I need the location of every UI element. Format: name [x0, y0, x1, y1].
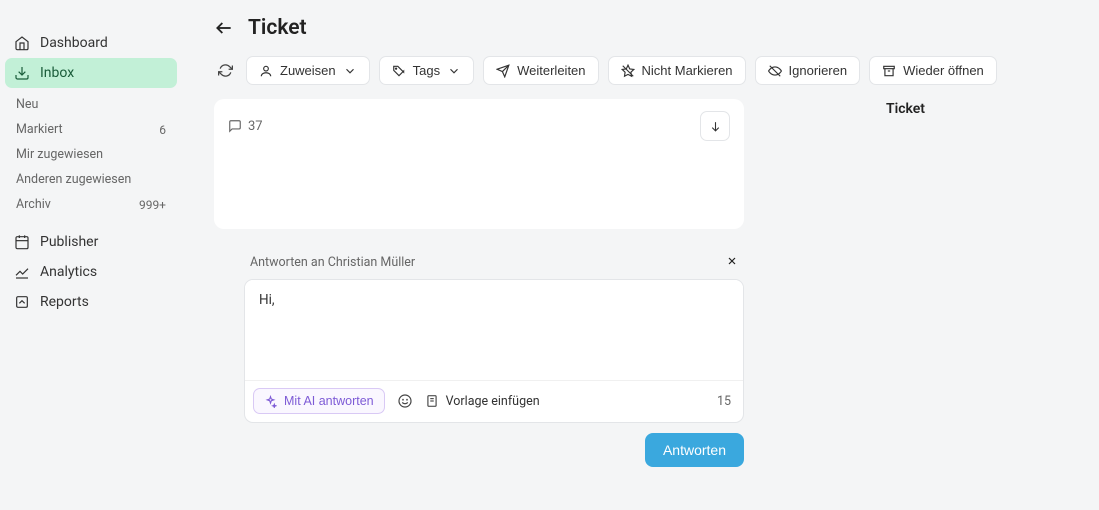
sidebar-item-dashboard[interactable]: Dashboard: [5, 28, 177, 58]
chevron-down-icon: [447, 64, 461, 78]
sidebar-item-publisher[interactable]: Publisher: [5, 227, 177, 257]
refresh-button[interactable]: [214, 59, 237, 82]
button-label: Tags: [413, 63, 440, 78]
reply-box: Mit AI antworten Vorlage einfügen 15: [244, 279, 744, 423]
sidebar-item-analytics[interactable]: Analytics: [5, 257, 177, 287]
sidebar-sub-markiert[interactable]: Markiert 6: [5, 117, 177, 142]
close-reply-button[interactable]: [726, 253, 738, 271]
send-icon: [496, 64, 510, 78]
sidebar-sub-archiv[interactable]: Archiv 999+: [5, 192, 177, 217]
tag-icon: [392, 64, 406, 78]
reopen-button[interactable]: Wieder öffnen: [869, 56, 997, 85]
scroll-down-button[interactable]: [700, 111, 730, 141]
sidebar-sub-anderen-zugewiesen[interactable]: Anderen zugewiesen: [5, 167, 177, 192]
button-label: Wieder öffnen: [903, 63, 984, 78]
sidebar-item-label: Dashboard: [40, 35, 108, 51]
conversation-column: 37 Antworten an Christian Müller: [214, 99, 744, 510]
meta-column: Ticket: [764, 99, 1087, 510]
refresh-icon: [218, 63, 233, 78]
unmark-button[interactable]: Nicht Markieren: [608, 56, 746, 85]
sidebar-item-label: Publisher: [40, 234, 98, 250]
template-icon: [425, 394, 439, 408]
sidebar-item-inbox[interactable]: Inbox: [5, 58, 177, 88]
forward-button[interactable]: Weiterleiten: [483, 56, 598, 85]
send-reply-button[interactable]: Antworten: [645, 433, 744, 467]
message-card: 37: [214, 99, 744, 229]
comment-count-value: 37: [248, 119, 263, 134]
sparkle-icon: [264, 395, 277, 408]
button-label: Zuweisen: [280, 63, 336, 78]
button-label: Ignorieren: [789, 63, 848, 78]
template-button[interactable]: Vorlage einfügen: [425, 394, 540, 409]
sidebar-item-label: Reports: [40, 294, 89, 310]
sidebar-sub-label: Mir zugewiesen: [16, 147, 103, 162]
ai-button-label: Mit AI antworten: [284, 394, 374, 408]
page-header: Ticket: [202, 0, 1099, 50]
main-content: Ticket Zuweisen Tags Weiterleiten: [182, 0, 1099, 510]
sidebar-sub-label: Markiert: [16, 122, 63, 137]
sidebar-item-label: Analytics: [40, 264, 97, 280]
tags-button[interactable]: Tags: [379, 56, 474, 85]
close-icon: [726, 255, 738, 267]
ignore-button[interactable]: Ignorieren: [755, 56, 861, 85]
page-title: Ticket: [248, 16, 307, 40]
sidebar-sub-mir-zugewiesen[interactable]: Mir zugewiesen: [5, 142, 177, 167]
archive-open-icon: [882, 64, 896, 78]
message-body: [228, 147, 730, 217]
sidebar-sub-label: Neu: [16, 97, 38, 112]
chevron-down-icon: [343, 64, 357, 78]
user-icon: [259, 64, 273, 78]
assign-button[interactable]: Zuweisen: [246, 56, 370, 85]
sidebar: Dashboard Inbox Neu Markiert 6 Mir zugew…: [0, 0, 182, 510]
sidebar-sub-label: Archiv: [16, 197, 51, 212]
reply-textarea[interactable]: [245, 280, 743, 376]
sidebar-sub-neu[interactable]: Neu: [5, 92, 177, 117]
ai-reply-button[interactable]: Mit AI antworten: [253, 388, 385, 414]
reply-to-label: Antworten an Christian Müller: [250, 255, 415, 270]
reports-icon: [14, 294, 30, 310]
meta-title: Ticket: [764, 101, 1087, 117]
analytics-icon: [14, 264, 30, 280]
sidebar-sub-count: 999+: [139, 198, 166, 212]
arrow-left-icon: [214, 18, 234, 38]
back-button[interactable]: [214, 18, 234, 38]
star-off-icon: [621, 64, 635, 78]
reply-toolbar: Mit AI antworten Vorlage einfügen 15: [245, 380, 743, 422]
eye-off-icon: [768, 64, 782, 78]
smile-icon: [397, 393, 413, 409]
home-icon: [14, 35, 30, 51]
reply-area: Antworten an Christian Müller Mit AI ant…: [214, 249, 744, 467]
sidebar-sub-count: 6: [159, 123, 166, 137]
sidebar-item-reports[interactable]: Reports: [5, 287, 177, 317]
char-count: 15: [717, 394, 731, 409]
inbox-icon: [14, 65, 30, 81]
comment-count: 37: [228, 119, 263, 134]
comment-icon: [228, 119, 242, 133]
calendar-icon: [14, 234, 30, 250]
button-label: Nicht Markieren: [642, 63, 733, 78]
button-label: Weiterleiten: [517, 63, 585, 78]
template-label: Vorlage einfügen: [446, 394, 540, 409]
emoji-button[interactable]: [397, 393, 413, 409]
arrow-down-icon: [709, 120, 722, 133]
sidebar-item-label: Inbox: [40, 65, 74, 81]
sidebar-sub-label: Anderen zugewiesen: [16, 172, 131, 187]
action-toolbar: Zuweisen Tags Weiterleiten Nicht Markier…: [202, 50, 1099, 99]
